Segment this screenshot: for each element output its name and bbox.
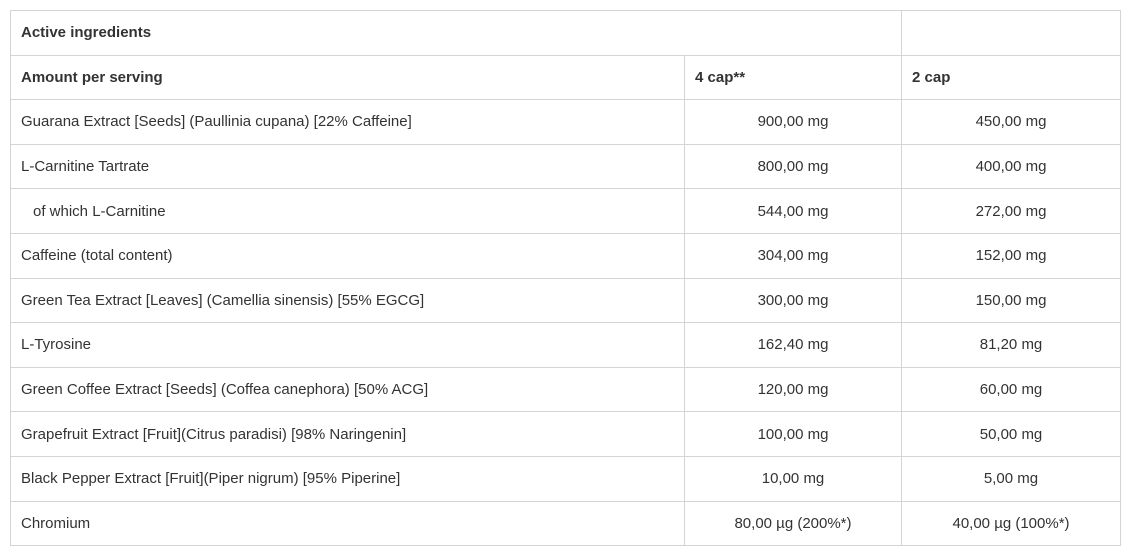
ingredient-name: Caffeine (total content)	[10, 232, 685, 279]
amount-2-cap: 152,00 mg	[901, 232, 1122, 279]
amount-4-cap: 120,00 mg	[683, 366, 903, 413]
table-row: Caffeine (total content) 304,00 mg 152,0…	[10, 232, 1122, 279]
amount-2-cap: 400,00 mg	[901, 143, 1122, 190]
amount-2-cap: 5,00 mg	[901, 455, 1122, 502]
header-2-cap: 2 cap	[901, 54, 1122, 101]
table-title: Active ingredients	[9, 10, 903, 56]
amount-4-cap: 10,00 mg	[683, 455, 903, 502]
ingredients-table-container: Active ingredients Amount per serving 4 …	[9, 10, 1122, 547]
ingredient-name: Chromium	[10, 500, 685, 547]
amount-4-cap: 300,00 mg	[683, 277, 903, 324]
ingredient-name: Guarana Extract [Seeds] (Paullinia cupan…	[10, 99, 685, 145]
table-row: L-Carnitine Tartrate 800,00 mg 400,00 mg	[10, 143, 1122, 190]
ingredient-name: Green Tea Extract [Leaves] (Camellia sin…	[10, 277, 685, 324]
amount-4-cap: 304,00 mg	[683, 232, 903, 279]
table-row: of which L-Carnitine 544,00 mg 272,00 mg	[10, 188, 1122, 234]
table-row: Green Tea Extract [Leaves] (Camellia sin…	[10, 277, 1122, 324]
amount-2-cap: 150,00 mg	[901, 277, 1122, 324]
amount-2-cap: 40,00 µg (100%*)	[901, 500, 1122, 547]
ingredient-name: L-Carnitine Tartrate	[10, 143, 685, 190]
table-row: Green Coffee Extract [Seeds] (Coffea can…	[10, 366, 1122, 413]
amount-2-cap: 60,00 mg	[901, 366, 1122, 413]
table-row: L-Tyrosine 162,40 mg 81,20 mg	[10, 322, 1122, 368]
table-title-empty-cell	[901, 10, 1122, 56]
table-row: Chromium 80,00 µg (200%*) 40,00 µg (100%…	[10, 500, 1122, 547]
amount-4-cap: 162,40 mg	[683, 322, 903, 368]
table-title-row: Active ingredients	[9, 10, 1122, 56]
table-row: Guarana Extract [Seeds] (Paullinia cupan…	[10, 99, 1122, 145]
amount-2-cap: 450,00 mg	[901, 99, 1122, 145]
amount-4-cap: 100,00 mg	[683, 411, 903, 457]
ingredient-name: Black Pepper Extract [Fruit](Piper nigru…	[10, 455, 685, 502]
ingredient-name: of which L-Carnitine	[10, 188, 685, 234]
header-4-cap: 4 cap**	[683, 54, 903, 101]
ingredient-name: Grapefruit Extract [Fruit](Citrus paradi…	[10, 411, 685, 457]
table-header-row: Amount per serving 4 cap** 2 cap	[10, 54, 1122, 101]
ingredients-table: Active ingredients Amount per serving 4 …	[9, 10, 1122, 547]
ingredient-name: L-Tyrosine	[10, 322, 685, 368]
table-row: Black Pepper Extract [Fruit](Piper nigru…	[10, 455, 1122, 502]
amount-2-cap: 81,20 mg	[901, 322, 1122, 368]
amount-2-cap: 272,00 mg	[901, 188, 1122, 234]
amount-4-cap: 800,00 mg	[683, 143, 903, 190]
ingredient-name: Green Coffee Extract [Seeds] (Coffea can…	[10, 366, 685, 413]
header-amount-per-serving: Amount per serving	[10, 54, 685, 101]
amount-4-cap: 900,00 mg	[683, 99, 903, 145]
table-row: Grapefruit Extract [Fruit](Citrus paradi…	[10, 411, 1122, 457]
amount-4-cap: 544,00 mg	[683, 188, 903, 234]
amount-4-cap: 80,00 µg (200%*)	[683, 500, 903, 547]
amount-2-cap: 50,00 mg	[901, 411, 1122, 457]
